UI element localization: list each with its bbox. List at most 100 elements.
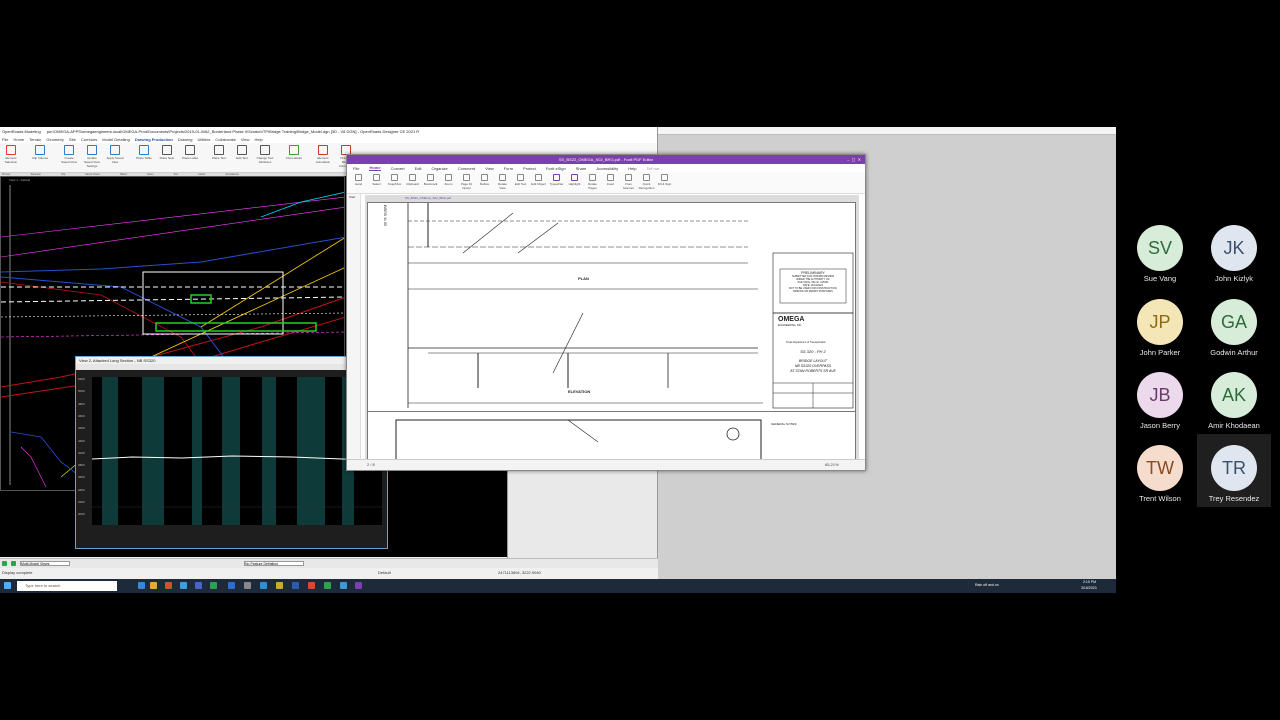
taskview-icon[interactable] (138, 582, 145, 589)
feature-definition-select[interactable]: No Feature Definition (244, 561, 304, 566)
pdf-tool-button[interactable]: Highlight (567, 174, 582, 191)
app-icon[interactable] (165, 582, 172, 589)
app-icon[interactable] (276, 582, 283, 589)
excel-icon[interactable] (210, 582, 217, 589)
ribbon-tab[interactable]: Corridors (81, 137, 97, 142)
participant-tile[interactable]: TW Trent Wilson (1123, 442, 1197, 515)
pdf-menu-item[interactable]: Convert (391, 166, 405, 171)
page-navigator[interactable]: 2 / 8 (367, 462, 375, 467)
pdf-menu-item[interactable]: Form (504, 166, 513, 171)
ribbon-tab[interactable]: Drawing Production (135, 137, 173, 142)
pdf-tool-button[interactable]: Typewriter (549, 174, 564, 191)
participant-tile[interactable]: GA Godwin Arthur (1197, 296, 1271, 369)
ribbon-button[interactable]: Apply Saved View (106, 145, 124, 164)
ribbon-tab[interactable]: File (2, 137, 8, 142)
ribbon-tab[interactable]: Site (69, 137, 76, 142)
pdf-menu-item[interactable]: Comment (458, 166, 475, 171)
file-explorer-icon[interactable] (150, 582, 157, 589)
participant-tile[interactable]: AK Amir Khodaean (1197, 369, 1271, 442)
pdf-menu-item[interactable]: Organize (432, 166, 448, 171)
foxit-icon[interactable] (355, 582, 362, 589)
participant-tile[interactable]: JP John Parker (1123, 296, 1197, 369)
ribbon-button[interactable]: Clip Volume (31, 145, 49, 160)
pdf-tool-button[interactable]: Page Fit Option (459, 174, 474, 191)
ribbon-tab[interactable]: View (241, 137, 250, 142)
pdf-menu-item[interactable]: Foxit eSign (546, 166, 566, 171)
ribbon-button[interactable]: Element Selection (2, 145, 20, 164)
pdf-menu-item[interactable]: View (485, 166, 494, 171)
pdf-menu-item[interactable]: Share (576, 166, 587, 171)
tool-icon[interactable] (11, 561, 16, 566)
ribbon-tab[interactable]: Model Detailing (102, 137, 130, 142)
tool-icon[interactable] (2, 561, 7, 566)
pdf-tool-button[interactable]: Select (369, 174, 384, 191)
app-icon[interactable] (244, 582, 251, 589)
teams-icon[interactable] (195, 582, 202, 589)
pdf-tool-button[interactable]: Rotate Pages (585, 174, 600, 191)
zoom-level[interactable]: 65.21% (825, 462, 839, 467)
clock-time[interactable]: 2:15 PM (1083, 580, 1096, 584)
pdf-tool-button[interactable]: Edit Text (513, 174, 528, 191)
pdf-tool-button[interactable]: Fill & Sign (657, 174, 672, 191)
taskbar-search[interactable]: Type here to search (17, 581, 117, 591)
pdf-tool-button[interactable]: Edit Object (531, 174, 546, 191)
pdf-tool-button[interactable]: Reflow (477, 174, 492, 191)
ribbon-tab[interactable]: Drawing (178, 137, 193, 142)
pdf-menu-item[interactable]: Home (369, 165, 381, 171)
app-icon[interactable] (324, 582, 331, 589)
ribbon-tab[interactable]: Help (255, 137, 263, 142)
ribbon-tab[interactable]: Home (13, 137, 24, 142)
document-tab[interactable]: SS_BS22_OMEGA_S02_BRG.pdf (405, 196, 451, 200)
start-tab[interactable]: Start (349, 195, 355, 199)
outlook-icon[interactable] (228, 582, 235, 589)
pdf-menu-item[interactable]: Help (628, 166, 636, 171)
pdf-sidebar[interactable] (347, 194, 361, 459)
participant-tile[interactable]: SV Sue Vang (1123, 222, 1197, 295)
pdf-menu-item[interactable]: Protect (523, 166, 536, 171)
pdf-tool-button[interactable]: Hand (351, 174, 366, 191)
pdf-tool-button[interactable]: Bookmark (423, 174, 438, 191)
app-icon[interactable] (260, 582, 267, 589)
pdf-tool-button[interactable]: SnapShot (387, 174, 402, 191)
weather-text[interactable]: Rain off and on (975, 583, 999, 587)
pdf-tool-button[interactable]: Clipboard (405, 174, 420, 191)
pdf-tool-button[interactable]: From Scanner (621, 174, 636, 191)
ribbon-button[interactable]: Place Note (158, 145, 176, 160)
participant-tile[interactable]: JK John Kizlyk (1197, 222, 1271, 295)
participant-tile[interactable]: TR Trey Resendez (1197, 434, 1271, 507)
clock-date[interactable]: 3/16/2023 (1081, 586, 1097, 590)
ribbon-button[interactable]: Update Saved View Settings (83, 145, 101, 168)
ribbon-button[interactable]: Create Saved View (60, 145, 78, 164)
ribbon-button[interactable]: Edit Text (233, 145, 251, 160)
window-controls[interactable]: – ▢ ✕ (847, 155, 861, 164)
word-icon[interactable] (292, 582, 299, 589)
ribbon-button[interactable]: Civil Labeler (285, 145, 303, 160)
pdf-tool-button[interactable]: Rotate View (495, 174, 510, 191)
ribbon-button[interactable]: Place Label (181, 145, 199, 160)
view-selector[interactable]: Multi-Model Views (20, 561, 70, 566)
ribbon-tab[interactable]: Collaborate (215, 137, 235, 142)
ribbon-tab[interactable]: Utilities (198, 137, 211, 142)
ribbon-button[interactable]: Place Text (210, 145, 228, 160)
pdf-menu-item[interactable]: File (353, 166, 359, 171)
active-level[interactable]: Default (378, 570, 391, 575)
participant-tile[interactable]: JB Jason Berry (1123, 369, 1197, 442)
ribbon-button[interactable]: Place Table (135, 145, 153, 160)
pdf-tool-button[interactable]: Insert (603, 174, 618, 191)
pdf-menu-item[interactable]: Edit (415, 166, 422, 171)
app-icon[interactable] (340, 582, 347, 589)
powerpoint-icon[interactable] (308, 582, 315, 589)
tell-me-search[interactable]: Tell me... (646, 166, 662, 171)
ribbon-button[interactable]: Element Annotation (314, 145, 332, 164)
pdf-tool-button[interactable]: Zoom (441, 174, 456, 191)
pdf-menu-item[interactable]: Accessibility (596, 166, 618, 171)
start-icon[interactable] (4, 582, 11, 589)
ribbon-tab[interactable]: Terrain (29, 137, 41, 142)
ribbon-tab[interactable]: Geometry (46, 137, 64, 142)
ribbon-button[interactable]: Change Text Attributes (256, 145, 274, 164)
pdf-tool-button[interactable]: Quick Recognition (639, 174, 654, 191)
pdf-document-area[interactable]: SS_BS22_OMEGA_S02_BRG.pdf 30 % SUBM PLAN… (365, 195, 859, 459)
edge-icon[interactable] (180, 582, 187, 589)
profile-plot[interactable] (91, 377, 383, 525)
profile-view-window[interactable]: View 2, Attached Long Section - NB SS320… (75, 356, 388, 549)
